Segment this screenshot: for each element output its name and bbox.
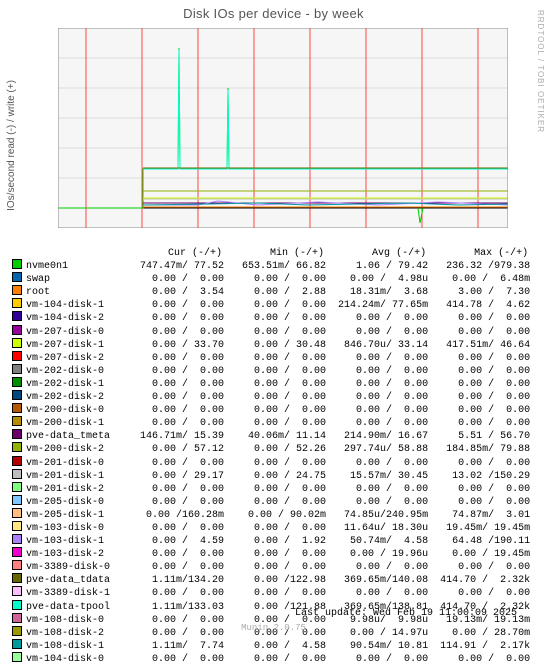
legend-swatch [12,534,22,544]
legend-swatch [12,272,22,282]
legend-swatch [12,351,22,361]
legend-row: vm-207-disk-0 0.00 / 0.00 0.00 / 0.00 0.… [12,325,530,338]
legend-row: swap 0.00 / 0.00 0.00 / 0.00 0.00 / 4.98… [12,272,530,285]
legend-row: pve-data_tmeta 146.71m/ 15.39 40.06m/ 11… [12,429,530,442]
legend-row: vm-200-disk-1 0.00 / 0.00 0.00 / 0.00 0.… [12,416,530,429]
chart-svg: 0 100 200 300 400 500 600 11 Feb 12 Feb … [58,28,508,228]
legend-row: vm-3389-disk-0 0.00 / 0.00 0.00 / 0.00 0… [12,560,530,573]
legend-swatch [12,508,22,518]
legend-row: vm-103-disk-0 0.00 / 0.00 0.00 / 0.00 11… [12,521,530,534]
chart-title: Disk IOs per device - by week [0,0,547,21]
munin-graph: Disk IOs per device - by week RRDTOOL / … [0,0,547,635]
legend-row: vm-207-disk-2 0.00 / 0.00 0.00 / 0.00 0.… [12,351,530,364]
legend-swatch [12,298,22,308]
legend-swatch [12,325,22,335]
legend-row: vm-200-disk-0 0.00 / 0.00 0.00 / 0.00 0.… [12,403,530,416]
legend-swatch [12,547,22,557]
legend-swatch [12,456,22,466]
legend-swatch [12,416,22,426]
legend-row: vm-201-disk-1 0.00 / 29.17 0.00 / 24.75 … [12,469,530,482]
munin-version: Munin 2.0.75 [241,623,306,633]
legend-swatch [12,338,22,348]
legend-row: nvme0n1 747.47m/ 77.52 653.51m/ 66.82 1.… [12,259,530,272]
legend-row: vm-201-disk-0 0.00 / 0.00 0.00 / 0.00 0.… [12,456,530,469]
legend-row: vm-205-disk-1 0.00 /160.28m 0.00 / 90.02… [12,508,530,521]
legend-row: vm-108-disk-1 1.11m/ 7.74 0.00 / 4.58 90… [12,639,530,652]
legend-swatch [12,442,22,452]
legend-row: vm-103-disk-2 0.00 / 0.00 0.00 / 0.00 0.… [12,547,530,560]
legend-swatch [12,429,22,439]
legend-swatch [12,652,22,662]
legend-row: vm-104-disk-2 0.00 / 0.00 0.00 / 0.00 0.… [12,311,530,324]
legend-swatch [12,495,22,505]
legend-swatch [12,259,22,269]
legend-row: vm-201-disk-2 0.00 / 0.00 0.00 / 0.00 0.… [12,482,530,495]
legend-swatch [12,639,22,649]
legend-swatch [12,573,22,583]
legend-row: vm-104-disk-0 0.00 / 0.00 0.00 / 0.00 0.… [12,652,530,665]
chart-legend: Cur (-/+) Min (-/+) Avg (-/+) Max (-/+)n… [12,248,530,665]
legend-swatch [12,560,22,570]
legend-swatch [12,364,22,374]
legend-row: vm-202-disk-2 0.00 / 0.00 0.00 / 0.00 0.… [12,390,530,403]
legend-row: vm-207-disk-1 0.00 / 33.70 0.00 / 30.48 … [12,338,530,351]
legend-row: vm-205-disk-0 0.00 / 0.00 0.00 / 0.00 0.… [12,495,530,508]
legend-header: Cur (-/+) Min (-/+) Avg (-/+) Max (-/+) [12,248,530,259]
legend-row: vm-3389-disk-1 0.00 / 0.00 0.00 / 0.00 0… [12,586,530,599]
legend-swatch [12,469,22,479]
legend-row: vm-202-disk-0 0.00 / 0.00 0.00 / 0.00 0.… [12,364,530,377]
legend-row: vm-202-disk-1 0.00 / 0.00 0.00 / 0.00 0.… [12,377,530,390]
legend-swatch [12,613,22,623]
legend-swatch [12,377,22,387]
legend-swatch [12,626,22,636]
legend-swatch [12,600,22,610]
legend-row: vm-104-disk-1 0.00 / 0.00 0.00 / 0.00 21… [12,298,530,311]
y-axis-label: IOs/second read (-) / write (+) [6,80,17,211]
rrdtool-credit: RRDTOOL / TOBI OETIKER [536,10,545,133]
legend-swatch [12,403,22,413]
legend-row: vm-200-disk-2 0.00 / 57.12 0.00 / 52.26 … [12,442,530,455]
last-update: Last update: Wed Feb 19 11:00:09 2025 [295,608,517,619]
legend-row: root 0.00 / 3.54 0.00 / 2.88 18.31m/ 3.6… [12,285,530,298]
legend-row: vm-103-disk-1 0.00 / 4.59 0.00 / 1.92 50… [12,534,530,547]
legend-swatch [12,586,22,596]
legend-swatch [12,521,22,531]
legend-row: pve-data_tdata 1.11m/134.20 0.00 /122.98… [12,573,530,586]
legend-swatch [12,390,22,400]
legend-swatch [12,482,22,492]
legend-swatch [12,285,22,295]
chart-plot-area: 0 100 200 300 400 500 600 11 Feb 12 Feb … [58,28,508,228]
legend-swatch [12,311,22,321]
